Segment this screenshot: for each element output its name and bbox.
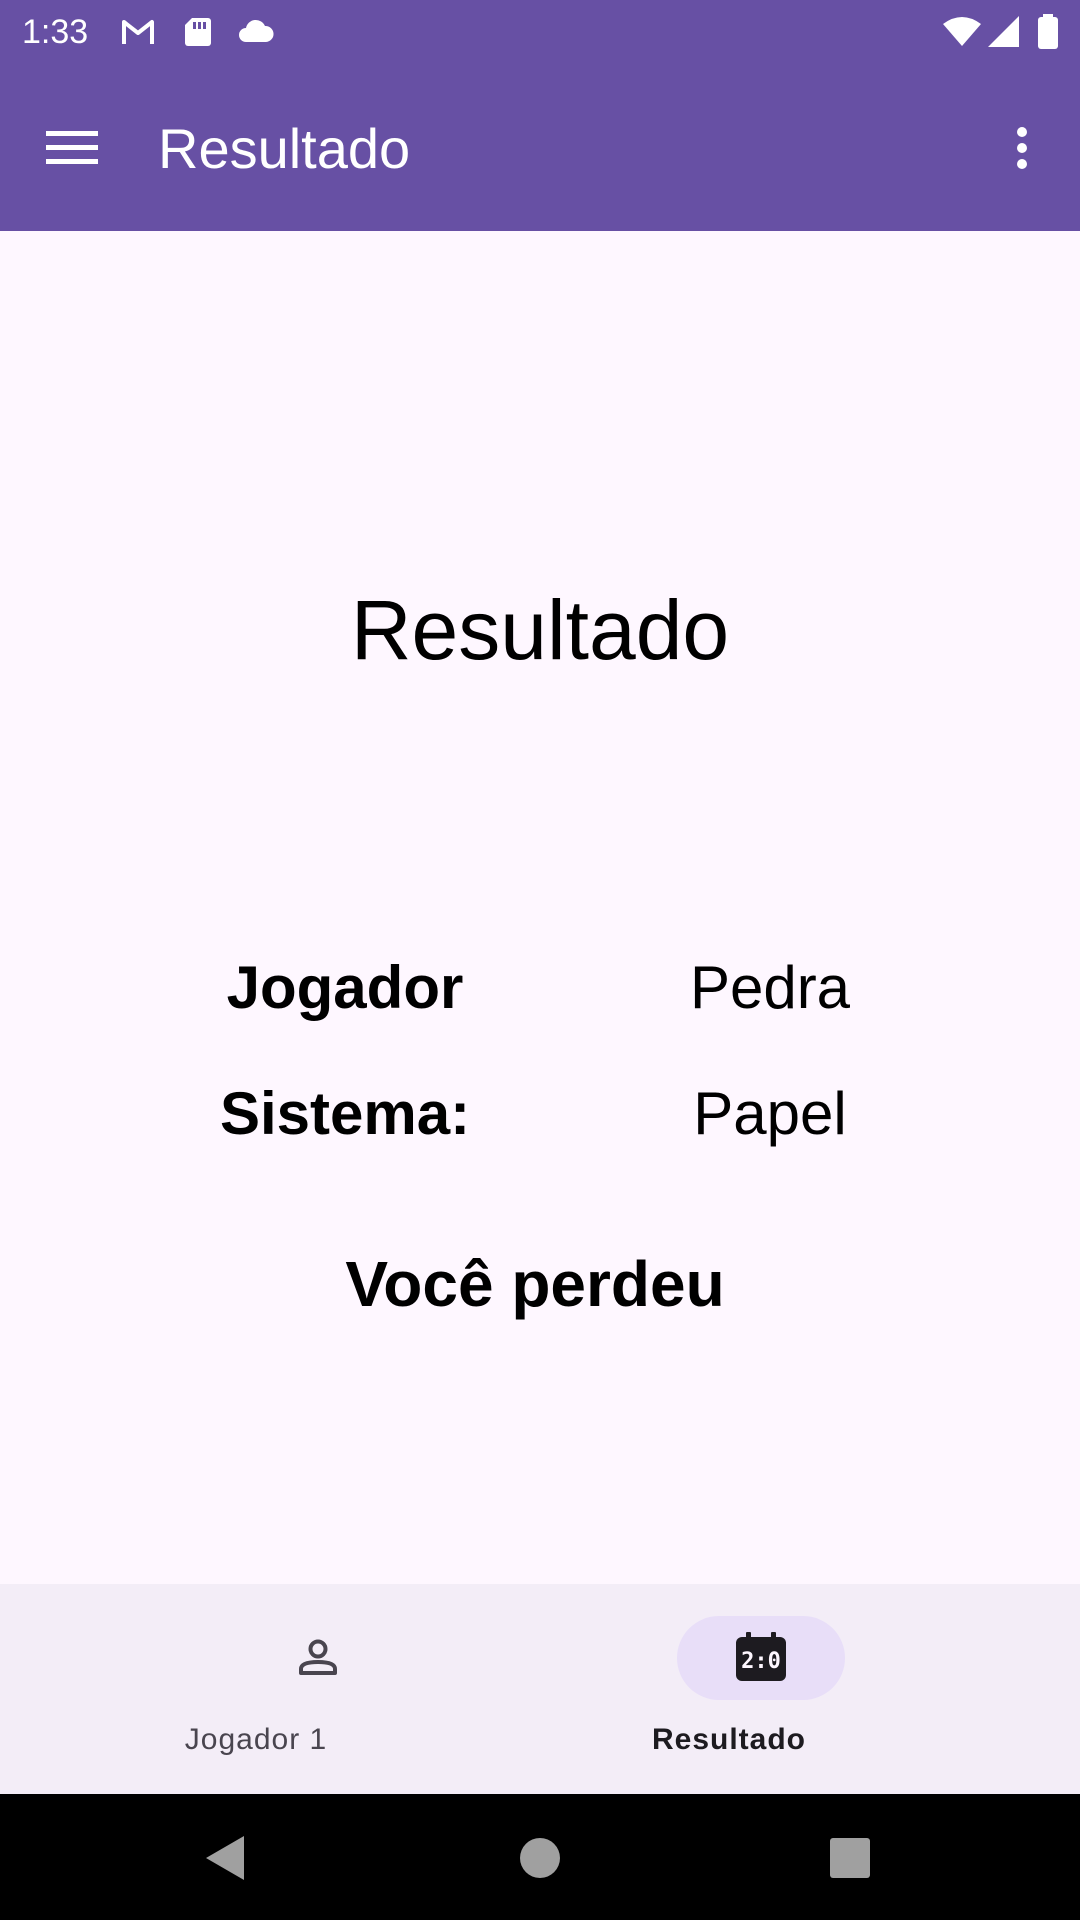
menu-icon — [46, 131, 98, 164]
back-icon[interactable] — [198, 1830, 254, 1886]
system-choice: Papel — [693, 1080, 847, 1147]
gmail-icon — [122, 20, 154, 44]
sd-card-icon — [185, 18, 211, 46]
navigation-menu-button[interactable] — [28, 104, 116, 192]
signal-icon — [988, 16, 1019, 47]
system-label: Sistema: — [219, 1080, 471, 1147]
status-time: 1:33 — [22, 13, 89, 51]
status-bar: 1:33 — [0, 0, 1080, 64]
player-choice: Pedra — [689, 954, 851, 1021]
bottom-navigation: Jogador 1 2:0 Resultado — [0, 1584, 1080, 1794]
result-message: Você perdeu — [345, 1248, 725, 1320]
system-navigation-bar — [0, 1794, 1080, 1920]
home-icon[interactable] — [512, 1830, 568, 1886]
wifi-icon — [943, 17, 981, 46]
cloud-icon — [239, 19, 274, 42]
scoreboard-icon: 2:0 — [736, 1632, 786, 1681]
nav-label-resultado: Resultado — [651, 1723, 807, 1756]
more-options-button[interactable] — [978, 104, 1066, 192]
top-app-bar: Resultado — [0, 64, 1080, 231]
recents-icon[interactable] — [822, 1830, 878, 1886]
player-label: Jogador — [226, 954, 464, 1021]
person-icon — [299, 1639, 337, 1675]
page-heading: Resultado — [350, 583, 730, 677]
nav-label-jogador-1: Jogador 1 — [184, 1723, 328, 1756]
battery-icon — [1038, 14, 1058, 49]
nav-item-resultado[interactable]: 2:0 Resultado — [540, 1584, 1080, 1794]
svg-text:2:0: 2:0 — [741, 1649, 781, 1674]
app-bar-title: Resultado — [158, 117, 411, 180]
more-vert-icon — [1017, 127, 1027, 169]
